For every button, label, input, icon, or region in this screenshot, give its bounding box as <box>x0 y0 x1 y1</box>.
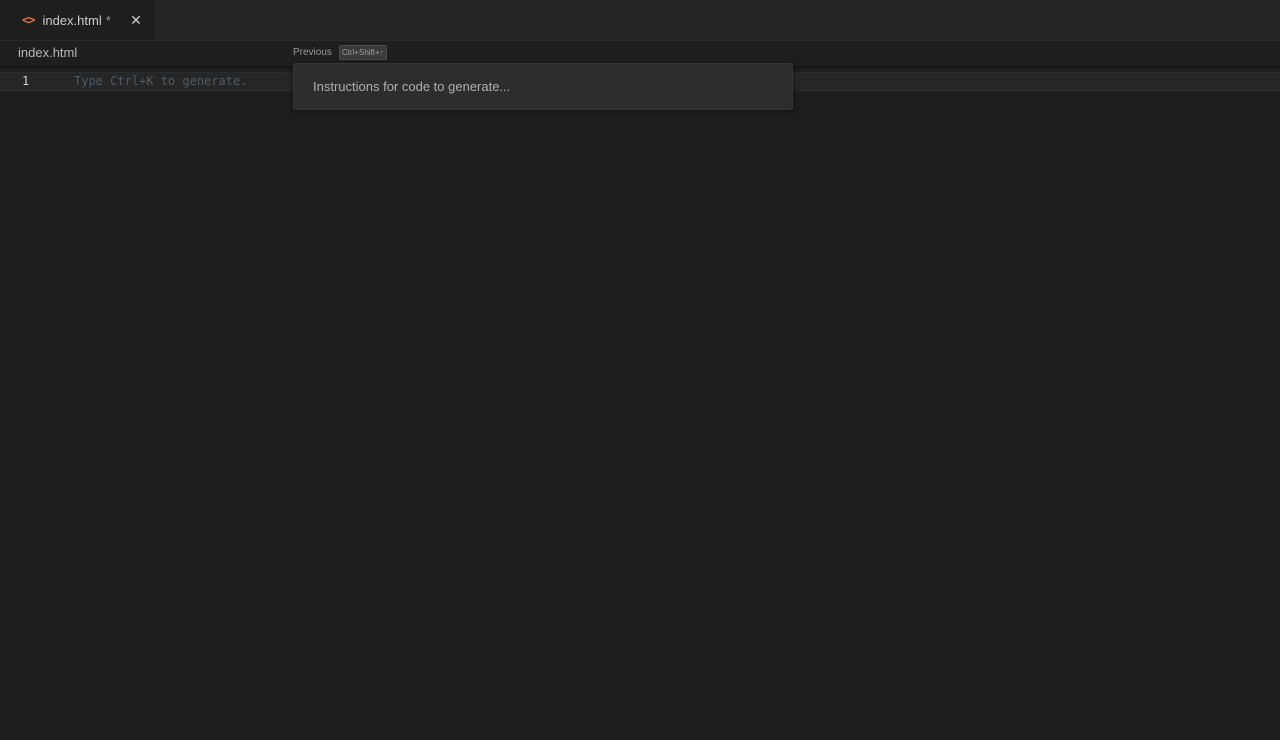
generate-prompt-box <box>293 63 793 110</box>
html-file-icon: <> <box>22 13 35 27</box>
previous-shortcut-badge: Ctrl+Shift+↑ <box>338 44 387 60</box>
unsaved-indicator: * <box>105 12 111 28</box>
tab-index-html[interactable]: <> index.html * ✕ <box>0 0 154 40</box>
editor-placeholder: Type Ctrl+K to generate. <box>74 74 248 88</box>
code-editor[interactable]: 1 Type Ctrl+K to generate. <box>0 66 1280 740</box>
breadcrumb[interactable]: index.html <box>18 45 77 60</box>
previous-label[interactable]: Previous <box>293 47 332 58</box>
tab-bar: <> index.html * ✕ <box>0 0 1280 41</box>
editor-window: <> index.html * ✕ index.html 1 Type Ctrl… <box>0 0 1280 740</box>
close-icon[interactable]: ✕ <box>128 12 144 28</box>
tab-label: index.html <box>42 12 102 28</box>
generate-instructions-input[interactable] <box>294 64 792 109</box>
prompt-history-hint: Previous Ctrl+Shift+↑ <box>293 44 387 60</box>
line-number: 1 <box>22 74 30 88</box>
breadcrumb-file[interactable]: index.html <box>18 45 77 60</box>
